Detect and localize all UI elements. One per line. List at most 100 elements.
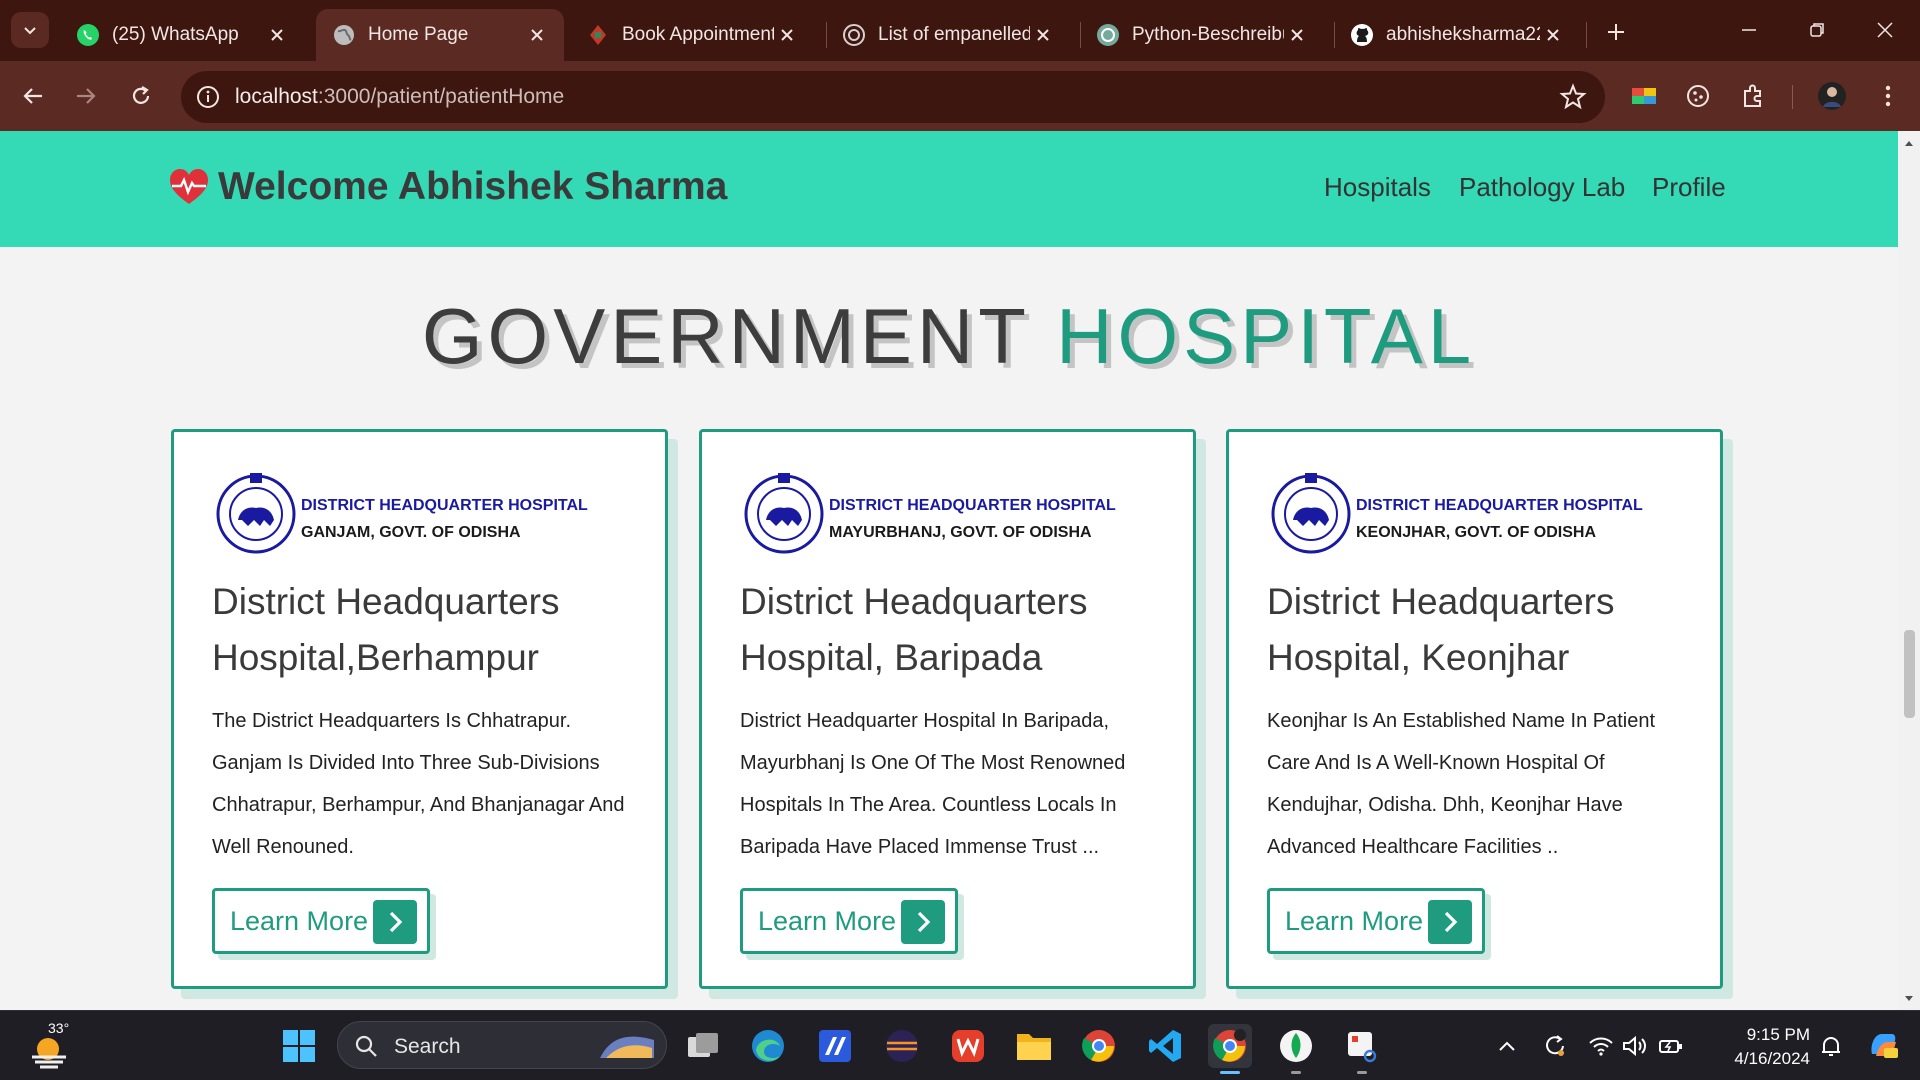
browser-toolbar: localhost:3000/patient/patientHome (0, 61, 1920, 131)
learn-more-button[interactable]: Learn More (212, 888, 430, 954)
hospital-title: District Headquarters Hospital,Berhampur (212, 581, 560, 678)
wifi-icon (1589, 1037, 1613, 1056)
tab-github[interactable]: abhisheksharma22 (1334, 9, 1580, 61)
restore-button[interactable] (1794, 8, 1840, 52)
folder-icon (1017, 1034, 1051, 1060)
clock-date: 4/16/2024 (1734, 1049, 1810, 1068)
back-button[interactable] (13, 76, 53, 116)
snipping-tool-icon (1348, 1032, 1377, 1063)
extensions-puzzle-icon[interactable] (1737, 80, 1769, 112)
learn-more-button[interactable]: Learn More (740, 888, 958, 954)
copilot-button[interactable] (1866, 1028, 1900, 1062)
plus-icon (1608, 24, 1624, 40)
minimize-icon (1742, 29, 1756, 31)
volume-tray[interactable] (1622, 1033, 1648, 1059)
site-info-icon[interactable] (195, 84, 221, 110)
chevron-up-icon (1499, 1041, 1515, 1051)
chrome-profile-taskbar[interactable] (1208, 1024, 1252, 1074)
reload-button[interactable] (121, 76, 161, 116)
heartbeat-icon (170, 169, 208, 204)
notifications-tray[interactable] (1818, 1033, 1844, 1059)
close-tab-icon[interactable] (1030, 22, 1056, 48)
tab-title: Book Appointment (622, 24, 774, 45)
volume-icon (1623, 1035, 1646, 1057)
chrome-icon (1082, 1030, 1115, 1062)
sync-icon (1546, 1035, 1564, 1056)
chevron-right-icon (1428, 900, 1472, 944)
bookmark-star-icon[interactable] (1559, 83, 1587, 111)
taskbar-search[interactable]: Search (337, 1021, 667, 1069)
sync-tray[interactable] (1542, 1033, 1568, 1059)
globe-icon (332, 23, 356, 47)
learn-more-button[interactable]: Learn More (1267, 888, 1485, 954)
page-viewport: Welcome Abhishek Sharma Hospitals Pathol… (0, 131, 1898, 1010)
page-scrollbar[interactable] (1898, 131, 1920, 1010)
whatsapp-icon (76, 23, 100, 47)
brand-title: Welcome Abhishek Sharma (218, 165, 728, 208)
profile-avatar[interactable] (1816, 80, 1848, 112)
learn-more-label: Learn More (230, 905, 369, 936)
eclipse-icon (886, 1030, 918, 1062)
battery-tray[interactable] (1658, 1033, 1684, 1059)
new-tab-button[interactable] (1598, 14, 1634, 50)
cookie-extension-icon[interactable] (1682, 80, 1714, 112)
page-heading: GOVERNMENT HOSPITAL (0, 291, 1898, 382)
eclipse-taskbar[interactable] (880, 1024, 924, 1068)
close-tab-icon[interactable] (1284, 22, 1310, 48)
mongodb-compass-taskbar[interactable] (1274, 1024, 1318, 1074)
restore-icon (1810, 23, 1824, 37)
mongodb-leaf-icon (1280, 1030, 1312, 1062)
tab-whatsapp[interactable]: (25) WhatsApp (60, 9, 304, 61)
close-window-button[interactable] (1862, 8, 1908, 52)
tab-python-beschreibung[interactable]: Python-Beschreibu (1080, 9, 1324, 61)
wps-office-taskbar[interactable] (946, 1024, 990, 1068)
close-tab-icon[interactable] (1540, 22, 1566, 48)
nav-hospitals[interactable]: Hospitals (1324, 172, 1431, 203)
file-explorer-taskbar[interactable] (1012, 1024, 1056, 1068)
edge-browser-taskbar[interactable] (746, 1024, 790, 1068)
system-clock[interactable]: 9:15 PM 4/16/2024 (1700, 1023, 1810, 1071)
windows-taskbar: 33° Search 9:15 PM 4/16/2024 (0, 1010, 1920, 1080)
ai-app-icon (819, 1030, 851, 1062)
tab-home-page[interactable]: Home Page (316, 9, 564, 61)
copilot-icon (1871, 1034, 1898, 1058)
tab-book-appointment[interactable]: Book Appointment (570, 9, 814, 61)
tab-search-button[interactable] (11, 12, 49, 48)
forward-button[interactable] (66, 76, 106, 116)
close-tab-icon[interactable] (774, 22, 800, 48)
vscode-taskbar[interactable] (1143, 1024, 1187, 1068)
tab-title: (25) WhatsApp (112, 24, 239, 45)
hospital-org-label: DISTRICT HEADQUARTER HOSPITAL MAYURBHANJ… (829, 492, 1116, 546)
clock-time: 9:15 PM (1746, 1025, 1810, 1044)
close-tab-icon[interactable] (264, 22, 290, 48)
hospital-description: The District Headquarters Is Chhatrapur.… (212, 710, 625, 858)
search-icon (355, 1035, 377, 1057)
battery-charging-icon (1659, 1040, 1682, 1053)
hospital-org-label: DISTRICT HEADQUARTER HOSPITAL KEONJHAR, … (1356, 492, 1643, 546)
nav-profile[interactable]: Profile (1652, 172, 1726, 203)
nav-pathology-lab[interactable]: Pathology Lab (1459, 172, 1625, 203)
extension-colorful-icon[interactable] (1628, 80, 1660, 112)
scroll-up-icon[interactable] (1903, 137, 1915, 149)
hospital-org-label: DISTRICT HEADQUARTER HOSPITAL GANJAM, GO… (301, 492, 588, 546)
more-menu-button[interactable] (1872, 80, 1904, 112)
running-indicator (1291, 1071, 1301, 1074)
task-view-button[interactable] (681, 1024, 725, 1068)
org-line-2: KEONJHAR, GOVT. OF ODISHA (1356, 524, 1597, 541)
wifi-tray[interactable] (1588, 1033, 1614, 1059)
notification-bell-icon (1822, 1037, 1840, 1056)
running-indicator (1220, 1071, 1240, 1074)
chrome-icon (1213, 1029, 1246, 1062)
scroll-down-icon[interactable] (1903, 993, 1915, 1005)
app-taskbar-blue[interactable] (813, 1024, 857, 1068)
tab-list-of-empanelled[interactable]: List of empanelled (826, 9, 1070, 61)
chrome-taskbar[interactable] (1077, 1024, 1121, 1068)
close-tab-icon[interactable] (524, 22, 550, 48)
address-bar[interactable]: localhost:3000/patient/patientHome (181, 71, 1605, 123)
scrollbar-thumb[interactable] (1904, 630, 1915, 718)
start-button[interactable] (277, 1024, 321, 1068)
brand[interactable]: Welcome Abhishek Sharma (168, 165, 727, 209)
minimize-button[interactable] (1726, 8, 1772, 52)
show-hidden-icons[interactable] (1494, 1033, 1520, 1059)
snipping-tool-taskbar[interactable] (1340, 1024, 1384, 1074)
